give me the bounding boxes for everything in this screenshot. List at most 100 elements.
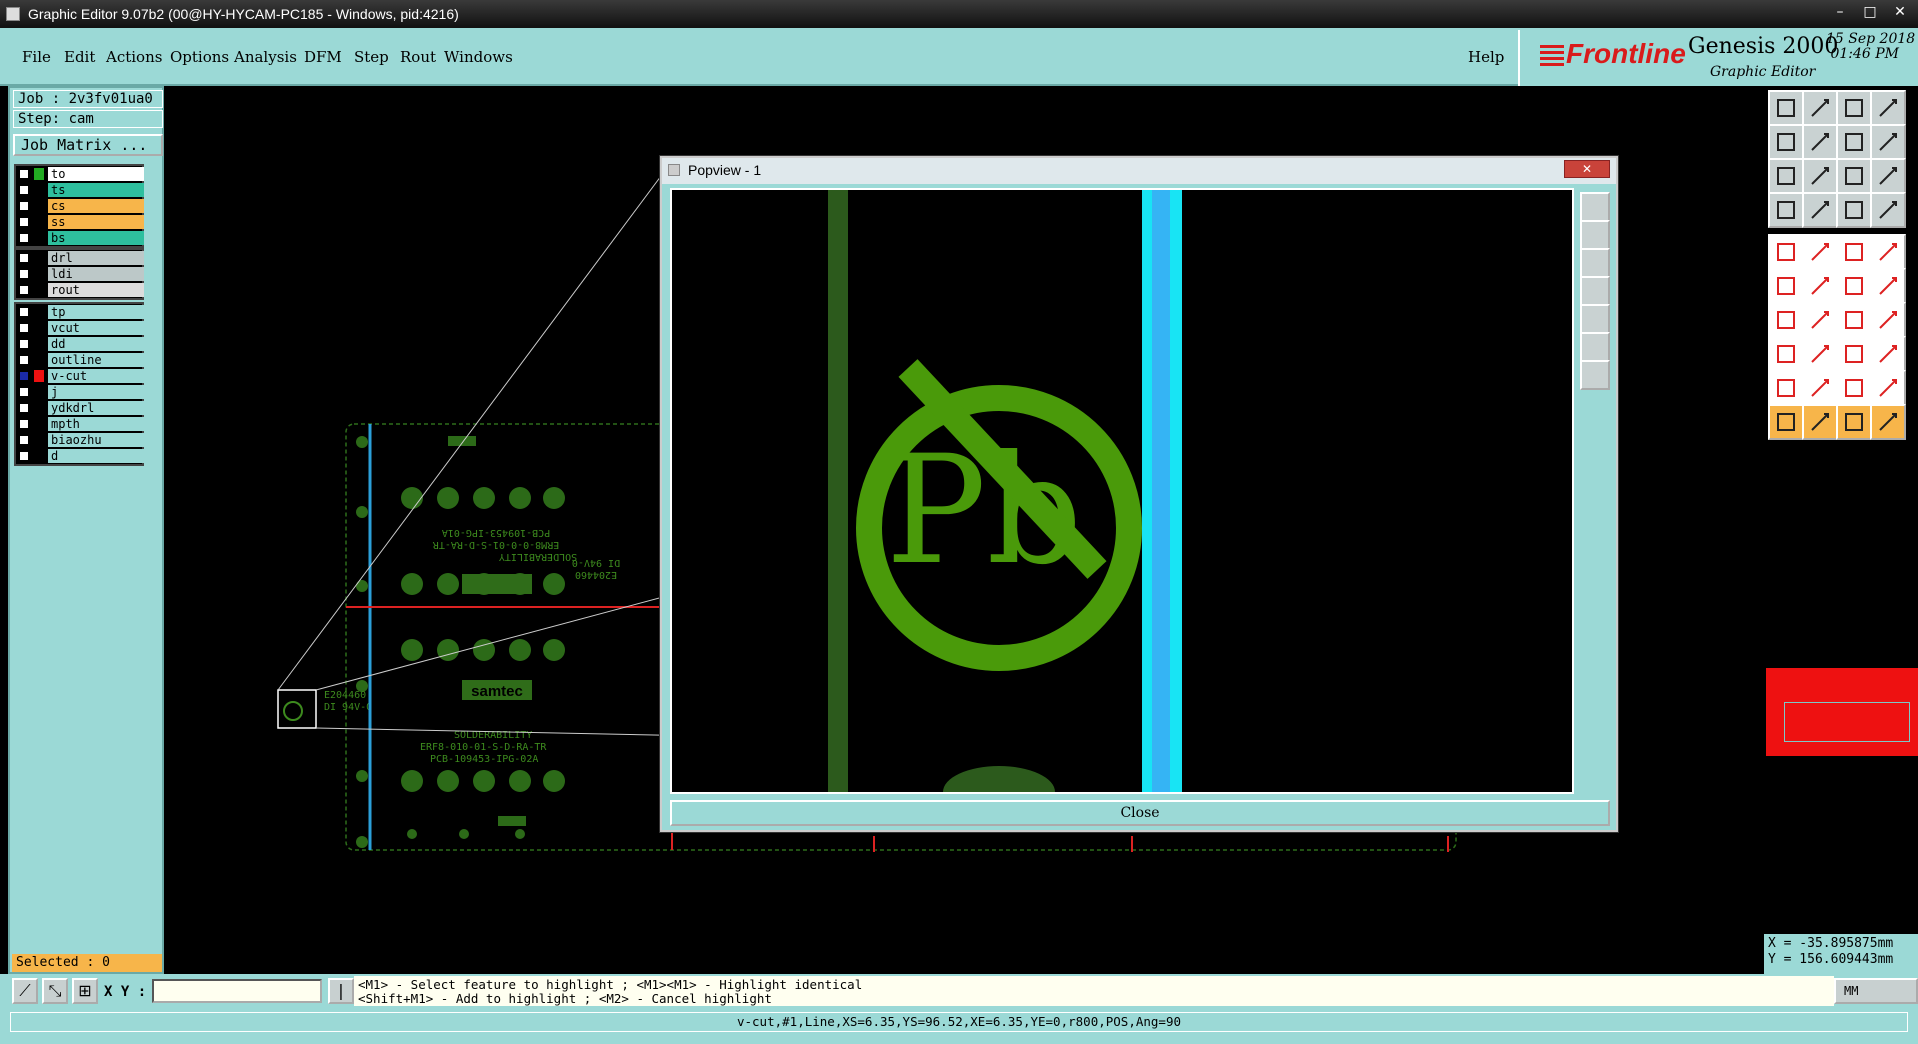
a-icon[interactable]	[1802, 370, 1838, 406]
dash-icon[interactable]	[1802, 336, 1838, 372]
layer-row-mpth[interactable]: mpth	[16, 416, 144, 432]
popview-zoom-fit-button[interactable]	[1580, 192, 1610, 222]
layer-color-swatch[interactable]	[34, 338, 44, 350]
layer-color-swatch[interactable]	[34, 322, 44, 334]
arc-icon[interactable]	[1836, 302, 1872, 338]
layer-color-swatch[interactable]	[34, 450, 44, 462]
popview-pan-right-button[interactable]	[1580, 304, 1610, 334]
layer-checkbox[interactable]	[19, 371, 29, 381]
save-icon[interactable]	[1802, 90, 1838, 126]
open-icon[interactable]	[1768, 90, 1804, 126]
layer-row-ss[interactable]: ss	[16, 214, 144, 230]
layer-checkbox[interactable]	[19, 451, 29, 461]
layer-name[interactable]: d	[48, 449, 144, 463]
pointer-move-icon[interactable]	[1870, 404, 1906, 440]
layer-name[interactable]: biaozhu	[48, 433, 144, 447]
triangle-icon[interactable]	[1768, 370, 1804, 406]
menu-edit[interactable]: Edit	[64, 48, 95, 66]
layer-row-d[interactable]: d	[16, 448, 144, 464]
split-icon[interactable]	[1870, 268, 1906, 304]
grid-icon[interactable]	[1802, 192, 1838, 228]
menu-rout[interactable]: Rout	[400, 48, 436, 66]
pointer-select-icon[interactable]	[1802, 404, 1838, 440]
scale-icon[interactable]	[1836, 158, 1872, 194]
layer-name[interactable]: mpth	[48, 417, 144, 431]
layer-row-biaozhu[interactable]: biaozhu	[16, 432, 144, 448]
layer-row-cs[interactable]: cs	[16, 198, 144, 214]
layer-color-swatch[interactable]	[34, 418, 44, 430]
node-icon[interactable]	[1768, 268, 1804, 304]
layer-checkbox[interactable]	[19, 201, 29, 211]
popview-pan-left-button[interactable]	[1580, 276, 1610, 306]
layer-color-swatch[interactable]	[34, 184, 44, 196]
pad-icon[interactable]	[1768, 234, 1804, 270]
circle-icon[interactable]	[1870, 234, 1906, 270]
layer-color-swatch[interactable]	[34, 284, 44, 296]
pan-right-icon[interactable]	[1802, 124, 1838, 160]
layer-name[interactable]: rout	[48, 283, 144, 297]
layer-checkbox[interactable]	[19, 323, 29, 333]
layer-name[interactable]: drl	[48, 251, 144, 265]
layer-checkbox[interactable]	[19, 419, 29, 429]
popview-close-button[interactable]: Close	[670, 800, 1610, 826]
layer-row-ts[interactable]: ts	[16, 182, 144, 198]
layer-row-ydkdrl[interactable]: ydkdrl	[16, 400, 144, 416]
arch-icon[interactable]	[1836, 370, 1872, 406]
layer-checkbox[interactable]	[19, 269, 29, 279]
layer-checkbox[interactable]	[19, 355, 29, 365]
layer-color-swatch[interactable]	[34, 434, 44, 446]
xy-input[interactable]	[152, 979, 322, 1003]
menu-dfm[interactable]: DFM	[304, 48, 342, 66]
layer-color-swatch[interactable]	[34, 232, 44, 244]
layer-color-swatch[interactable]	[34, 216, 44, 228]
layer-checkbox[interactable]	[19, 339, 29, 349]
layer-row-v-cut[interactable]: v-cut	[16, 368, 144, 384]
layer-color-swatch[interactable]	[34, 354, 44, 366]
layer-name[interactable]: dd	[48, 337, 144, 351]
popview-zoom-in-button[interactable]	[1580, 220, 1610, 250]
help-icon[interactable]	[1870, 158, 1906, 194]
popview-canvas[interactable]: Pb	[670, 188, 1574, 818]
layer-row-to[interactable]: to	[16, 166, 144, 182]
layer-color-swatch[interactable]	[34, 168, 44, 180]
snap-icon[interactable]	[1768, 192, 1804, 228]
line-icon[interactable]	[1802, 234, 1838, 270]
layer-checkbox[interactable]	[19, 285, 29, 295]
layer-row-tp[interactable]: tp	[16, 304, 144, 320]
close-icon[interactable]	[1836, 90, 1872, 126]
layer-row-outline[interactable]: outline	[16, 352, 144, 368]
layer-color-swatch[interactable]	[34, 306, 44, 318]
layer-checkbox[interactable]	[19, 169, 29, 179]
layer-checkbox[interactable]	[19, 233, 29, 243]
box-icon[interactable]	[1836, 336, 1872, 372]
menu-options[interactable]: Options	[170, 48, 229, 66]
text-icon[interactable]	[1870, 302, 1906, 338]
redraw-icon[interactable]	[1870, 124, 1906, 160]
layer-name[interactable]: vcut	[48, 321, 144, 335]
menu-help[interactable]: Help	[1468, 48, 1504, 66]
layer-row-ldi[interactable]: ldi	[16, 266, 144, 282]
layer-name[interactable]: ss	[48, 215, 144, 229]
menu-windows[interactable]: Windows	[444, 48, 513, 66]
layer-color-swatch[interactable]	[34, 252, 44, 264]
fit-icon[interactable]	[1768, 158, 1804, 194]
zoom-box-icon[interactable]	[1836, 124, 1872, 160]
layer-name[interactable]: ldi	[48, 267, 144, 281]
connect-icon[interactable]	[1836, 268, 1872, 304]
menu-analysis[interactable]: Analysis	[234, 48, 297, 66]
layer-row-drl[interactable]: drl	[16, 250, 144, 266]
popview-close-x[interactable]: ✕	[1564, 160, 1610, 178]
overview-map[interactable]	[1766, 668, 1918, 756]
layer-checkbox[interactable]	[19, 403, 29, 413]
layer-color-swatch[interactable]	[34, 402, 44, 414]
snap-icon[interactable]: ⤡	[42, 978, 68, 1004]
maximize-button[interactable]: □	[1856, 2, 1884, 22]
pointer-add-icon[interactable]	[1836, 404, 1872, 440]
popview-center-button[interactable]	[1580, 360, 1610, 390]
layer-color-swatch[interactable]	[34, 386, 44, 398]
draw-mode-icon[interactable]: ⟋	[12, 978, 38, 1004]
layer-row-j[interactable]: j	[16, 384, 144, 400]
angle-icon[interactable]	[1768, 302, 1804, 338]
popview-zoom-out-button[interactable]	[1580, 248, 1610, 278]
clip-icon[interactable]	[1870, 336, 1906, 372]
